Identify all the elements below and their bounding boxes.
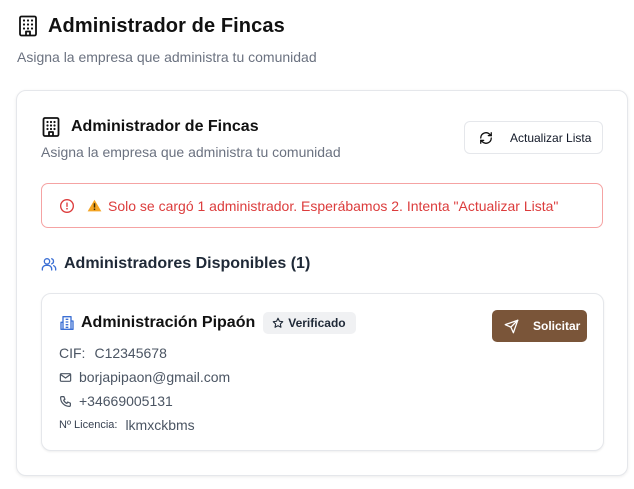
phone-icon [59, 395, 72, 408]
request-button-label: Solicitar [533, 319, 581, 333]
administrator-card: Administrador de Fincas Asigna la empres… [16, 90, 628, 476]
page-title-row: Administrador de Fincas [17, 12, 617, 40]
page-header: Administrador de Fincas Asigna la empres… [17, 12, 617, 66]
mail-icon [59, 371, 72, 384]
admin-name: Administración Pipaón [81, 314, 256, 331]
cif-label: CIF: [59, 345, 86, 361]
alert-message: Solo se cargó 1 administrador. Esperábam… [87, 198, 558, 214]
alert-circle-icon [59, 198, 75, 214]
admin-name-row: Administración Pipaón Verificado [59, 311, 356, 335]
refresh-list-label: Actualizar Lista [510, 130, 592, 145]
admin-list-item: Administración Pipaón Verificado Solicit… [41, 293, 604, 451]
office-building-icon [59, 315, 75, 331]
license-label: Nº Licencia: [59, 419, 118, 431]
building-icon [17, 15, 39, 37]
phone-value: +34669005131 [79, 393, 173, 409]
star-icon [272, 317, 284, 329]
license-value: lkmxckbms [125, 417, 195, 433]
verified-badge-label: Verificado [288, 316, 346, 330]
error-alert: Solo se cargó 1 administrador. Esperábam… [41, 183, 603, 228]
admin-phone: +34669005131 [59, 393, 173, 409]
refresh-icon [479, 131, 493, 145]
send-icon [504, 319, 519, 334]
cif-value: C12345678 [94, 345, 167, 361]
request-button[interactable]: Solicitar [492, 310, 587, 342]
building-icon [41, 117, 61, 137]
admin-cif: CIF: C12345678 [59, 345, 167, 361]
card-subtitle: Asigna la empresa que administra tu comu… [41, 144, 341, 160]
card-header: Administrador de Fincas Asigna la empres… [41, 115, 341, 160]
card-title: Administrador de Fincas [71, 118, 259, 135]
verified-badge: Verificado [263, 312, 356, 334]
available-admins-heading: Administradores Disponibles (1) [41, 255, 310, 273]
alert-text: Solo se cargó 1 administrador. Esperábam… [108, 197, 559, 214]
refresh-list-button[interactable]: Actualizar Lista [464, 121, 603, 154]
page-title: Administrador de Fincas [48, 14, 285, 37]
admin-license: Nº Licencia: lkmxckbms [59, 417, 195, 433]
email-value: borjapipaon@gmail.com [79, 369, 231, 385]
page-subtitle: Asigna la empresa que administra tu comu… [17, 49, 317, 65]
users-icon [41, 256, 57, 272]
admin-email: borjapipaon@gmail.com [59, 369, 230, 385]
section-title: Administradores Disponibles (1) [64, 255, 311, 272]
card-title-row: Administrador de Fincas [41, 115, 341, 139]
warning-icon [87, 199, 102, 212]
